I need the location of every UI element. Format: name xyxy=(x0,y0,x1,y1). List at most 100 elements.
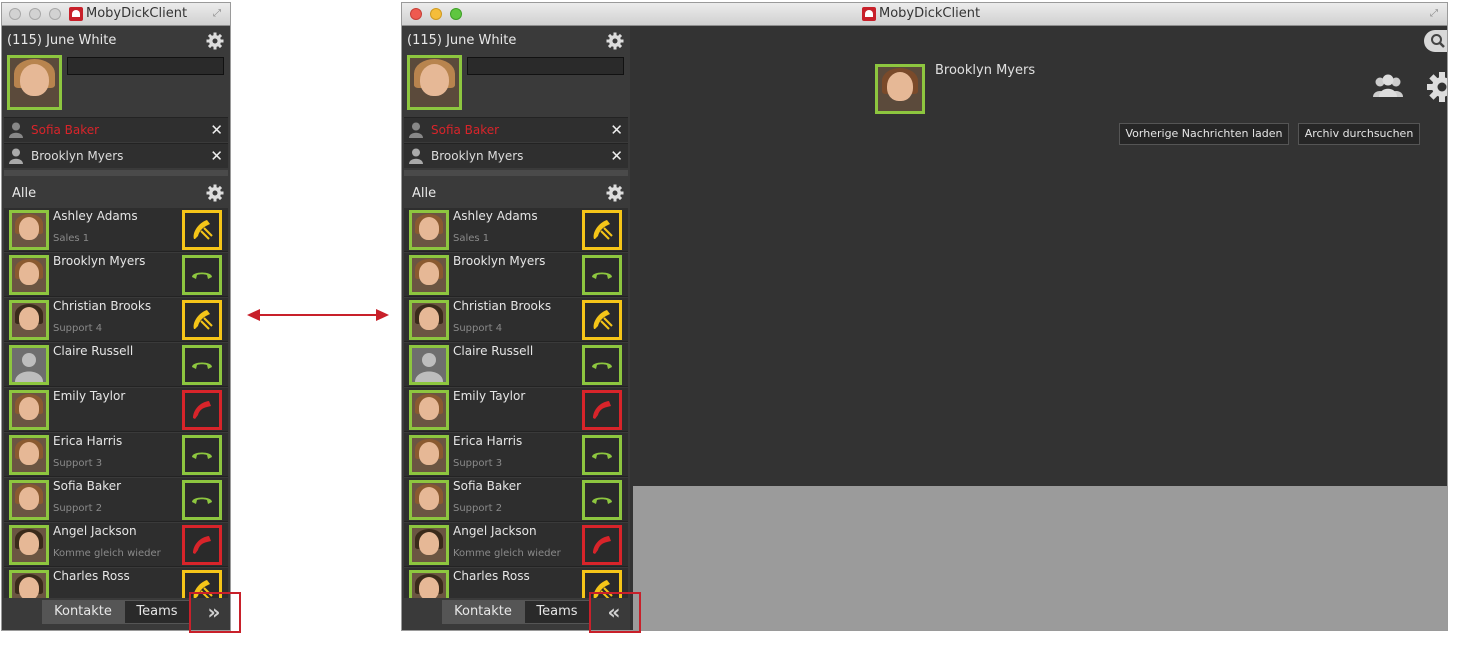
call-button[interactable] xyxy=(182,210,222,250)
contact-name: Brooklyn Myers xyxy=(53,254,146,268)
contact-avatar xyxy=(409,525,449,565)
call-button[interactable] xyxy=(182,480,222,520)
minimize-window-button[interactable] xyxy=(29,8,41,20)
contact-subtitle: Sales 1 xyxy=(53,233,90,244)
chat-settings-gear-icon[interactable] xyxy=(1426,71,1448,103)
contact-avatar xyxy=(409,255,449,295)
contact-subtitle: Komme gleich wieder xyxy=(53,548,161,559)
open-chat-item[interactable]: Brooklyn Myers ✕ xyxy=(404,143,628,168)
search-icon[interactable] xyxy=(1430,33,1446,49)
call-button[interactable] xyxy=(582,210,622,250)
status-message-input[interactable] xyxy=(468,61,627,79)
close-chat-icon[interactable]: ✕ xyxy=(210,121,223,139)
contact-row[interactable]: Erica Harris Support 3 xyxy=(4,433,228,477)
group-settings-gear-icon[interactable] xyxy=(206,184,224,202)
contact-row[interactable]: Ashley Adams Sales 1 xyxy=(4,208,228,252)
search-archive-button[interactable]: Archiv durchsuchen xyxy=(1298,123,1420,145)
contact-row[interactable]: Claire Russell xyxy=(404,343,628,387)
open-chat-item[interactable]: Brooklyn Myers ✕ xyxy=(4,143,228,168)
tab-contacts[interactable]: Kontakte xyxy=(442,600,524,624)
search-toggle[interactable] xyxy=(1424,30,1447,52)
open-chat-item[interactable]: Sofia Baker ✕ xyxy=(4,117,228,142)
contact-group-header[interactable]: Alle xyxy=(402,180,630,206)
contact-subtitle: Komme gleich wieder xyxy=(453,548,561,559)
message-input-area[interactable] xyxy=(633,486,1447,630)
title-bar[interactable]: MobyDickClient ⤢ xyxy=(2,3,230,26)
profile-settings-gear-icon[interactable] xyxy=(606,32,624,50)
status-message-input[interactable] xyxy=(68,61,227,79)
contact-row[interactable]: Brooklyn Myers xyxy=(4,253,228,297)
phone-hung-up-icon xyxy=(592,497,612,504)
contact-avatar xyxy=(9,570,49,598)
minimize-window-button[interactable] xyxy=(430,8,442,20)
zoom-window-button[interactable] xyxy=(450,8,462,20)
contact-subtitle: Support 2 xyxy=(453,503,503,514)
own-user-name: (115) June White xyxy=(7,33,117,48)
call-button[interactable] xyxy=(182,255,222,295)
participants-icon[interactable] xyxy=(1371,73,1405,99)
call-button[interactable] xyxy=(182,525,222,565)
contact-name: Sofia Baker xyxy=(53,479,122,493)
group-settings-gear-icon[interactable] xyxy=(606,184,624,202)
status-message-field[interactable] xyxy=(467,57,627,79)
close-window-button[interactable] xyxy=(9,8,21,20)
phone-ringing-icon xyxy=(593,220,613,240)
contact-avatar xyxy=(9,390,49,430)
call-button[interactable] xyxy=(182,345,222,385)
phone-hung-up-icon xyxy=(192,362,212,369)
close-chat-icon[interactable]: ✕ xyxy=(610,121,623,139)
contact-name: Angel Jackson xyxy=(53,524,137,538)
expand-toggle-highlight xyxy=(189,592,241,633)
call-button[interactable] xyxy=(582,435,622,475)
close-window-button[interactable] xyxy=(410,8,422,20)
open-chat-item[interactable]: Sofia Baker ✕ xyxy=(404,117,628,142)
contact-name: Charles Ross xyxy=(53,569,130,583)
contact-name: Angel Jackson xyxy=(453,524,537,538)
own-avatar[interactable] xyxy=(7,55,62,110)
status-message-field[interactable] xyxy=(67,57,227,79)
fullscreen-icon[interactable]: ⤢ xyxy=(1430,8,1441,19)
contact-group-header[interactable]: Alle xyxy=(2,180,230,206)
group-label: Alle xyxy=(12,186,37,201)
call-button[interactable] xyxy=(582,255,622,295)
contact-row[interactable]: Erica Harris Support 3 xyxy=(404,433,628,477)
contact-list: Ashley Adams Sales 1 Brooklyn Myers Christi… xyxy=(4,208,228,598)
contact-row[interactable]: Brooklyn Myers xyxy=(404,253,628,297)
call-button[interactable] xyxy=(182,300,222,340)
profile-settings-gear-icon[interactable] xyxy=(206,32,224,50)
contact-row[interactable]: Emily Taylor xyxy=(404,388,628,432)
load-previous-messages-button[interactable]: Vorherige Nachrichten laden xyxy=(1119,123,1289,145)
divider xyxy=(4,170,228,176)
call-button[interactable] xyxy=(582,390,622,430)
contact-list: Ashley Adams Sales 1 Brooklyn Myers Christi… xyxy=(404,208,628,598)
call-button[interactable] xyxy=(182,390,222,430)
tab-teams[interactable]: Teams xyxy=(524,600,590,624)
call-button[interactable] xyxy=(582,480,622,520)
contact-row[interactable]: Sofia Baker Support 2 xyxy=(404,478,628,522)
contact-row[interactable]: Claire Russell xyxy=(4,343,228,387)
tab-contacts[interactable]: Kontakte xyxy=(42,600,124,624)
contact-avatar xyxy=(409,480,449,520)
contact-name: Sofia Baker xyxy=(453,479,522,493)
contact-row[interactable]: Emily Taylor xyxy=(4,388,228,432)
contact-row[interactable]: Angel Jackson Komme gleich wieder xyxy=(404,523,628,567)
contact-row[interactable]: Christian Brooks Support 4 xyxy=(404,298,628,342)
call-button[interactable] xyxy=(182,435,222,475)
title-bar[interactable]: MobyDickClient ⤢ xyxy=(402,3,1447,26)
zoom-window-button[interactable] xyxy=(49,8,61,20)
contact-row[interactable]: Sofia Baker Support 2 xyxy=(4,478,228,522)
call-button[interactable] xyxy=(582,525,622,565)
contact-row[interactable]: Angel Jackson Komme gleich wieder xyxy=(4,523,228,567)
own-avatar[interactable] xyxy=(407,55,462,110)
fullscreen-icon[interactable]: ⤢ xyxy=(213,8,224,19)
contact-row[interactable]: Christian Brooks Support 4 xyxy=(4,298,228,342)
contact-row[interactable]: Ashley Adams Sales 1 xyxy=(404,208,628,252)
call-button[interactable] xyxy=(582,300,622,340)
contact-name: Christian Brooks xyxy=(453,299,552,313)
sidebar-panel: (115) June White Sofia Baker ✕ Brooklyn Mye… xyxy=(402,26,630,630)
close-chat-icon[interactable]: ✕ xyxy=(210,147,223,165)
call-button[interactable] xyxy=(582,345,622,385)
contact-avatar xyxy=(409,210,449,250)
close-chat-icon[interactable]: ✕ xyxy=(610,147,623,165)
tab-teams[interactable]: Teams xyxy=(124,600,190,624)
